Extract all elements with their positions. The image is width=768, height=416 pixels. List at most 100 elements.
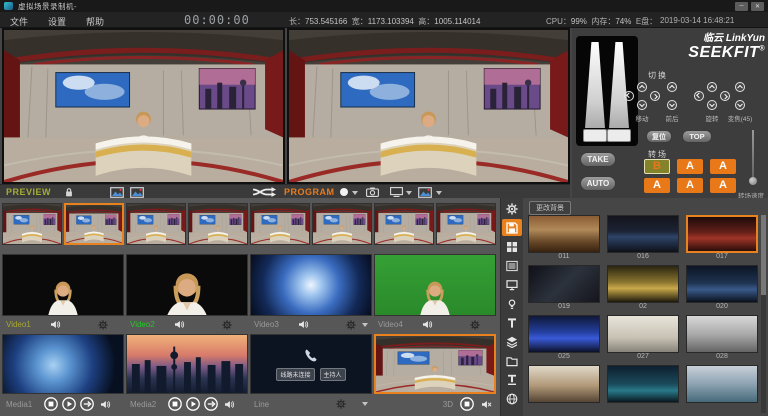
- muted-speaker-icon[interactable]: [481, 400, 492, 409]
- video1-thumb[interactable]: [2, 254, 124, 316]
- change-background-tab[interactable]: 更改背景: [529, 201, 571, 215]
- scene-thumb[interactable]: 019: [528, 265, 600, 313]
- scrollbar-thumb[interactable]: [761, 215, 766, 295]
- shot-thumb[interactable]: [126, 203, 186, 245]
- record-caret-icon[interactable]: [352, 191, 358, 195]
- minimize-button[interactable]: ─: [735, 2, 748, 11]
- gear-icon[interactable]: [346, 320, 356, 330]
- subtitle-icon[interactable]: [502, 371, 522, 388]
- scene-thumb[interactable]: 016: [607, 215, 679, 263]
- image-overlay-icon[interactable]: [110, 187, 124, 198]
- back-button[interactable]: [667, 100, 677, 110]
- video2-thumb[interactable]: [126, 254, 248, 316]
- menu-settings[interactable]: 设置: [48, 15, 66, 28]
- shot-thumb-selected[interactable]: [64, 203, 124, 245]
- move-right-button[interactable]: [650, 91, 660, 101]
- t-bar-handle-left[interactable]: [583, 129, 607, 142]
- slider-thumb[interactable]: [749, 177, 757, 185]
- stop-button[interactable]: [168, 397, 182, 411]
- scene-thumb[interactable]: 027: [607, 315, 679, 363]
- transition-a-button[interactable]: A: [710, 159, 736, 174]
- gear-caret-icon[interactable]: [362, 323, 368, 327]
- speaker-icon[interactable]: [174, 320, 185, 329]
- video4-thumb[interactable]: [374, 254, 496, 316]
- display-caret-icon[interactable]: [406, 191, 412, 195]
- shot-thumb[interactable]: [312, 203, 372, 245]
- swap-preview-program-icon[interactable]: [250, 186, 278, 198]
- scene-scrollbar[interactable]: [761, 215, 766, 413]
- record-icon[interactable]: [340, 188, 348, 196]
- shot-thumb[interactable]: [188, 203, 248, 245]
- scene-thumb[interactable]: [607, 365, 679, 413]
- scene-thumb[interactable]: [528, 365, 600, 413]
- next-button[interactable]: [204, 397, 218, 411]
- move-down-button[interactable]: [637, 100, 647, 110]
- stop-button[interactable]: [44, 397, 58, 411]
- rotate-down-button[interactable]: [707, 100, 717, 110]
- rotate-up-button[interactable]: [707, 82, 717, 92]
- gear-icon[interactable]: [222, 320, 232, 330]
- media1-thumb[interactable]: [2, 334, 124, 394]
- play-button[interactable]: [186, 397, 200, 411]
- line-thumb[interactable]: 线路未连接 主持人: [250, 334, 372, 394]
- rotate-left-button[interactable]: [694, 91, 704, 101]
- speaker-icon[interactable]: [298, 320, 309, 329]
- scene-thumb-selected[interactable]: 017: [686, 215, 758, 263]
- monitor-icon[interactable]: [502, 276, 522, 293]
- shot-thumb[interactable]: [436, 203, 496, 245]
- speaker-icon[interactable]: [50, 320, 61, 329]
- scene-thumb[interactable]: [686, 365, 758, 413]
- network-globe-icon[interactable]: [502, 390, 522, 407]
- lock-icon[interactable]: [64, 187, 74, 197]
- preview-monitor[interactable]: [2, 28, 285, 184]
- video3-thumb[interactable]: [250, 254, 372, 316]
- forward-button[interactable]: [667, 82, 677, 92]
- scene-thumb[interactable]: 02: [607, 265, 679, 313]
- gear-icon[interactable]: [98, 320, 108, 330]
- image-overlay-2-icon[interactable]: [130, 187, 144, 198]
- shot-thumb[interactable]: [374, 203, 434, 245]
- transition-a-button[interactable]: A: [644, 178, 670, 193]
- transition-b-button[interactable]: B: [644, 159, 670, 174]
- play-button[interactable]: [62, 397, 76, 411]
- transition-speed-slider[interactable]: [748, 130, 758, 188]
- transition-a-button[interactable]: A: [677, 178, 703, 193]
- gear-icon[interactable]: [336, 399, 346, 409]
- settings-gear-icon[interactable]: [502, 200, 522, 217]
- t-bar-blade-left[interactable]: [585, 42, 605, 128]
- move-left-button[interactable]: [624, 91, 634, 101]
- media2-thumb[interactable]: [126, 334, 248, 394]
- zoom-in-button[interactable]: [735, 82, 745, 92]
- program-monitor[interactable]: [287, 28, 570, 184]
- scene-thumb[interactable]: 028: [686, 315, 758, 363]
- close-button[interactable]: ✕: [751, 2, 764, 11]
- shot-thumb[interactable]: [250, 203, 310, 245]
- background-image-icon[interactable]: [418, 187, 432, 198]
- lighting-icon[interactable]: [502, 295, 522, 312]
- scene-thumb[interactable]: 025: [528, 315, 600, 363]
- layout-grid-icon[interactable]: [502, 238, 522, 255]
- title-text-icon[interactable]: [502, 314, 522, 331]
- image-caret-icon[interactable]: [436, 191, 442, 195]
- gear-caret-icon[interactable]: [362, 402, 368, 406]
- snapshot-camera-icon[interactable]: [366, 187, 379, 197]
- speaker-icon[interactable]: [100, 400, 111, 409]
- transition-a-button[interactable]: A: [677, 159, 703, 174]
- playlist-icon[interactable]: [502, 257, 522, 274]
- stop-button[interactable]: [460, 397, 474, 411]
- t-bar-handle-right[interactable]: [607, 129, 631, 142]
- reset-button[interactable]: 复位: [646, 130, 672, 143]
- take-button[interactable]: TAKE: [580, 152, 616, 167]
- zoom-out-button[interactable]: [735, 100, 745, 110]
- output-display-icon[interactable]: [390, 187, 403, 197]
- rotate-right-button[interactable]: [720, 91, 730, 101]
- move-up-button[interactable]: [637, 82, 647, 92]
- speaker-icon[interactable]: [224, 400, 235, 409]
- speaker-icon[interactable]: [422, 320, 433, 329]
- scene-thumb[interactable]: 011: [528, 215, 600, 263]
- layers-icon[interactable]: [502, 333, 522, 350]
- media-3d-thumb[interactable]: [374, 334, 496, 394]
- next-button[interactable]: [80, 397, 94, 411]
- shot-thumb[interactable]: [2, 203, 62, 245]
- folder-icon[interactable]: [502, 352, 522, 369]
